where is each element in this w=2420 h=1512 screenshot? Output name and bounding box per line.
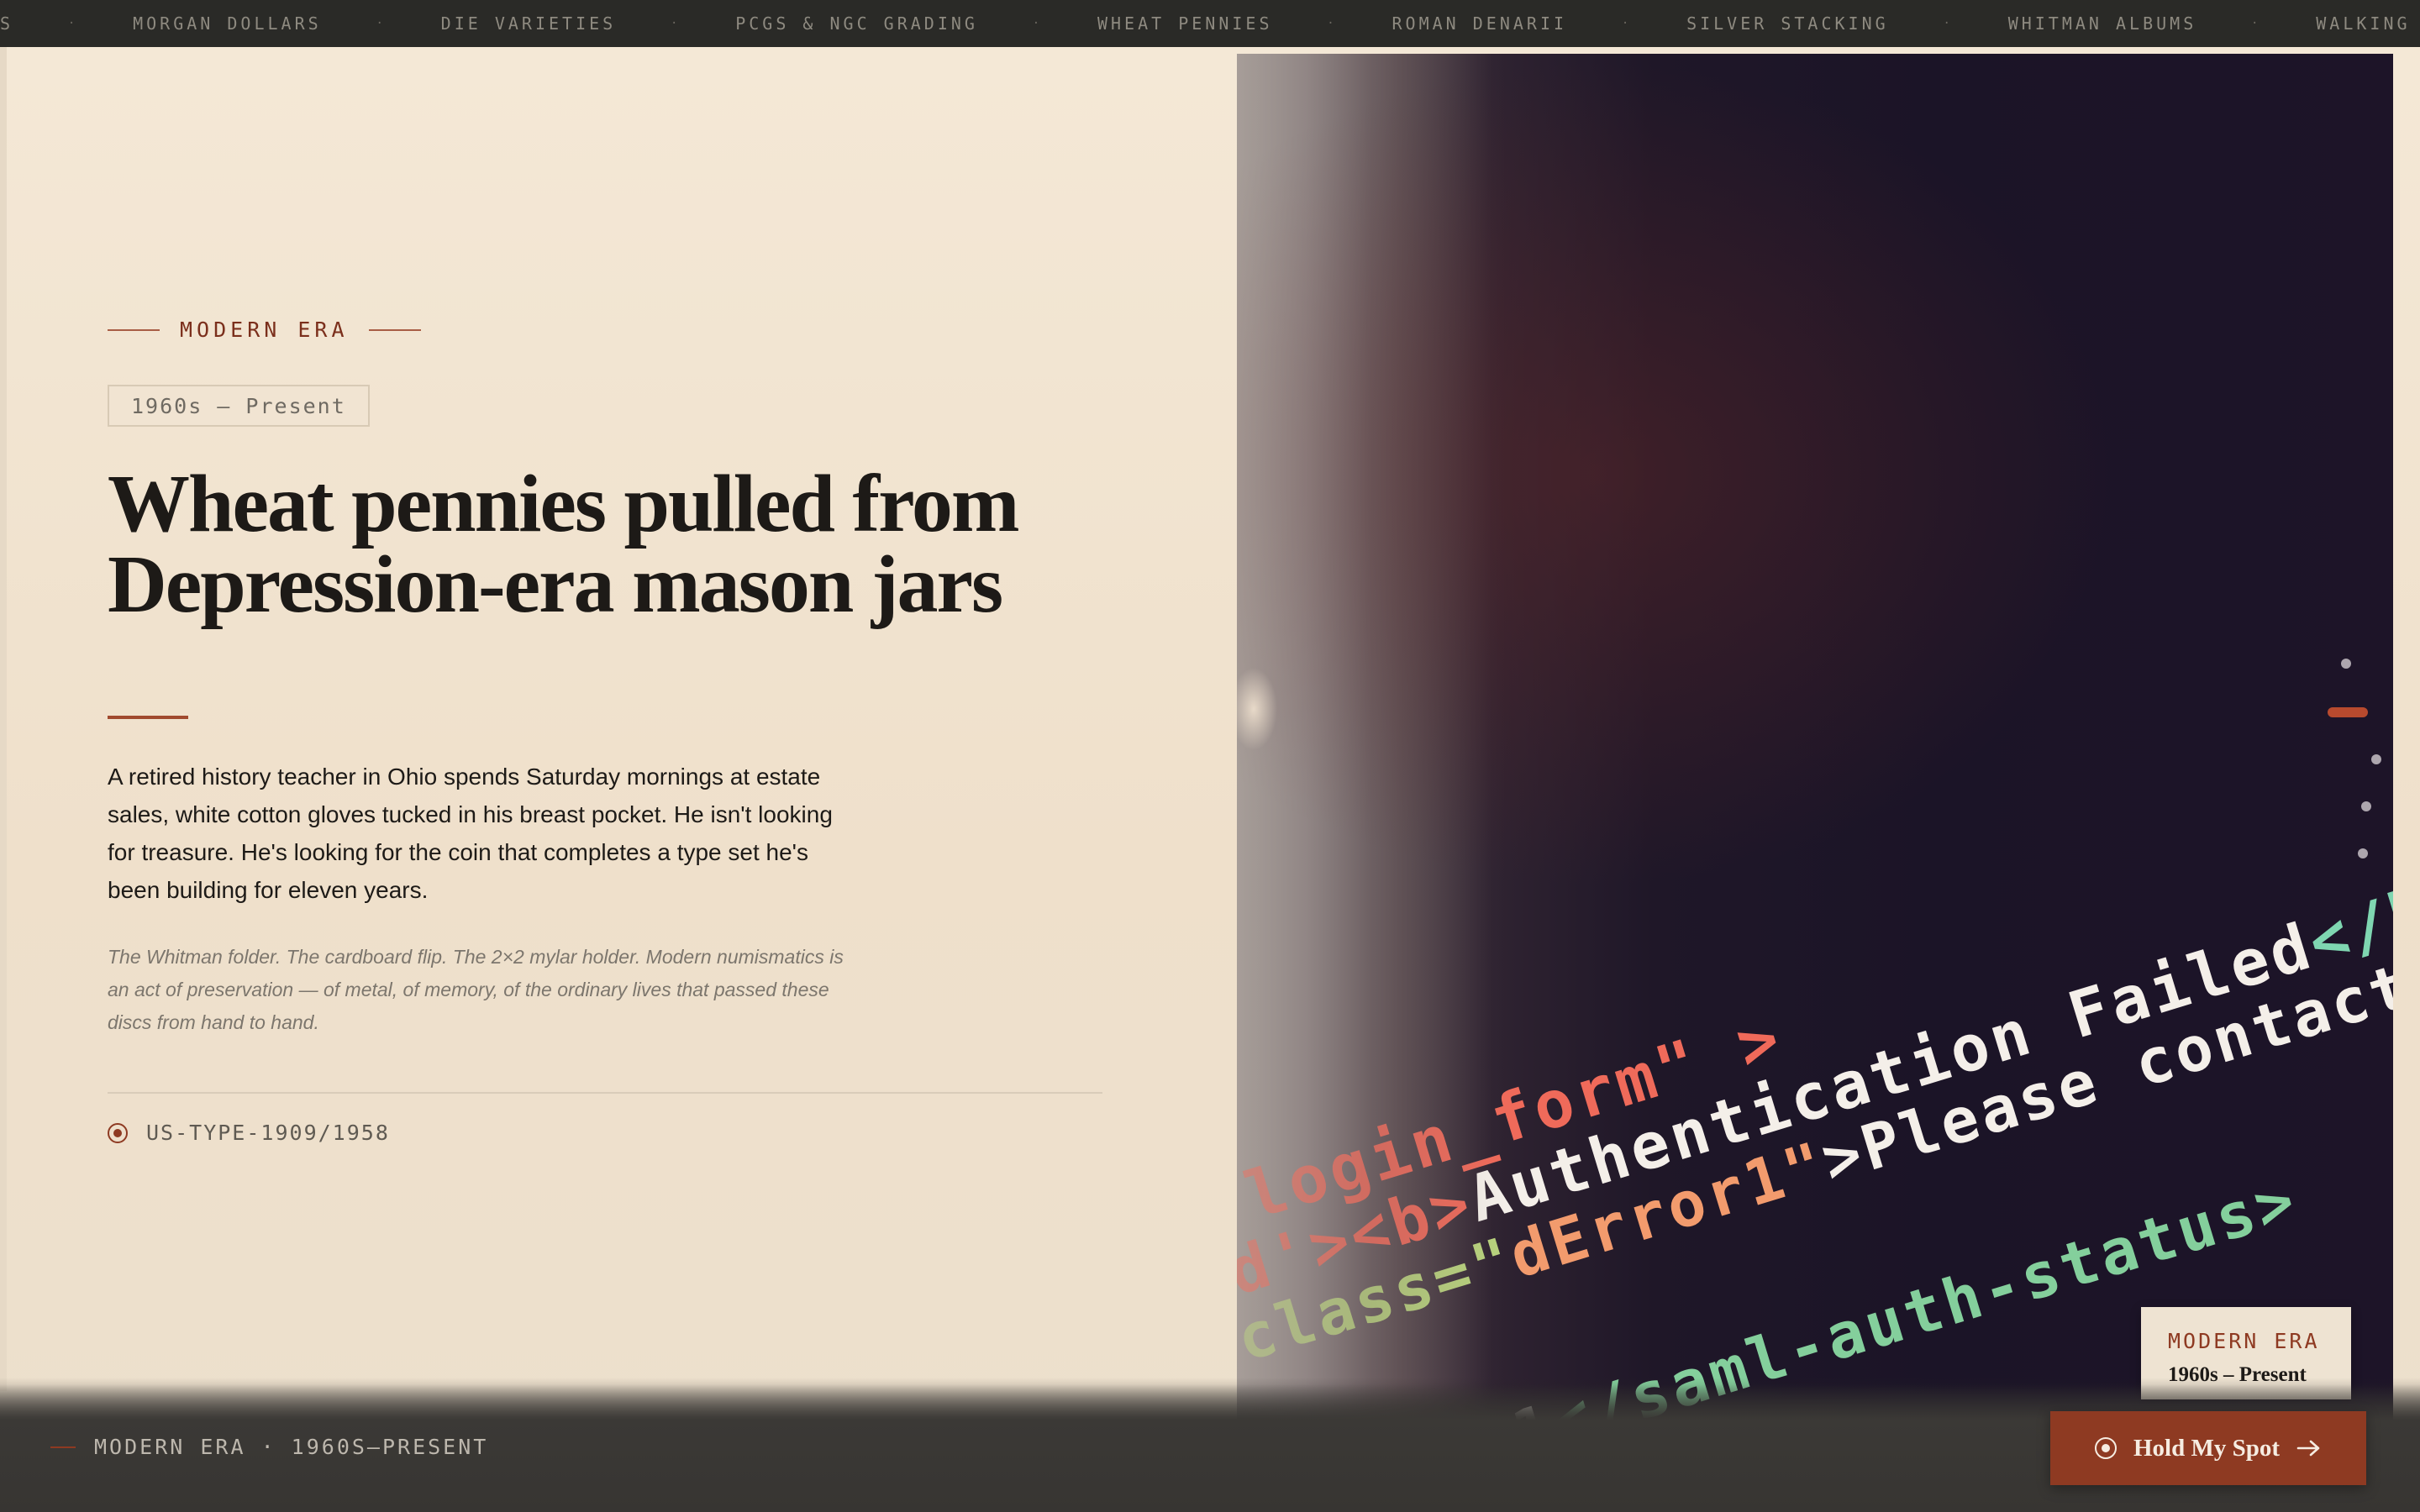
slide-dot[interactable] [2361,801,2371,811]
ticker-item[interactable]: WHEAT PENNIES [1097,13,1273,34]
eyebrow-rule-left [108,328,160,331]
bottom-label-text: MODERN ERA · 1960S–PRESENT [94,1435,489,1459]
slide-dots [2328,647,2381,865]
ticker-item[interactable]: PCGS & NGC GRADING [735,13,978,34]
hero-photo: login_form" >d'><b>Authentication Failed… [1237,54,2393,1512]
ticker-separator: · [376,17,387,30]
catalog-reference: US-TYPE-1909/1958 [108,1121,390,1145]
slide-dot-active[interactable] [2328,707,2368,717]
ticker-item[interactable]: MORGAN DOLLARS [133,13,322,34]
ticker-item[interactable]: OS [0,13,13,34]
ticker-track: OS · MORGAN DOLLARS · DIE VARIETIES · PCGS & N… [0,0,2420,47]
topic-ticker: OS · MORGAN DOLLARS · DIE VARIETIES · PCGS & N… [0,0,2420,47]
slide-dot[interactable] [2341,659,2351,669]
ticker-separator: · [671,17,681,30]
ticker-item[interactable]: DIE VARIETIES [441,13,617,34]
photo-left-fade [1237,54,1506,1512]
ticker-item[interactable]: ROMAN DENARII [1392,13,1568,34]
target-icon [108,1122,128,1143]
bottom-label-rule [50,1446,76,1448]
date-range-chip: 1960s – Present [108,385,370,427]
era-label: MODERN ERA [180,318,349,342]
article-aside: The Whitman folder. The cardboard flip. … [108,946,844,1033]
arrow-right-icon [2296,1439,2322,1457]
slide-dot[interactable] [2371,754,2381,764]
ticker-separator: · [2251,17,2262,30]
article-headline: Wheat pennies pulled from Depression-era… [108,459,1019,630]
meta-divider [108,1092,1102,1094]
caption-era: MODERN ERA [2168,1329,2320,1353]
ticker-separator: · [1327,17,1338,30]
photo-glare [1237,642,1287,776]
article-lede: A retired history teacher in Ohio spends… [108,764,833,903]
cta-label: Hold My Spot [2133,1434,2281,1462]
ticker-separator: · [67,17,79,30]
ticker-item[interactable]: SILVER STACKING [1686,13,1889,34]
era-eyebrow: MODERN ERA [108,318,421,342]
ticker-item[interactable]: WHITMAN ALBUMS [2008,13,2197,34]
target-icon [2094,1437,2117,1459]
left-edge-strip [0,47,7,1391]
bottom-era-label: MODERN ERA · 1960S–PRESENT [50,1435,488,1459]
slide-dot[interactable] [2358,848,2368,858]
catalog-code: US-TYPE-1909/1958 [146,1121,390,1145]
headline-accent-rule [108,716,188,719]
ticker-item[interactable]: WALKING LIB [2316,13,2420,34]
ticker-separator: · [1032,17,1044,30]
ticker-separator: · [1943,17,1954,30]
ticker-separator: · [1621,17,1633,30]
hold-my-spot-button[interactable]: Hold My Spot [2050,1411,2366,1485]
eyebrow-rule-right [368,328,421,331]
